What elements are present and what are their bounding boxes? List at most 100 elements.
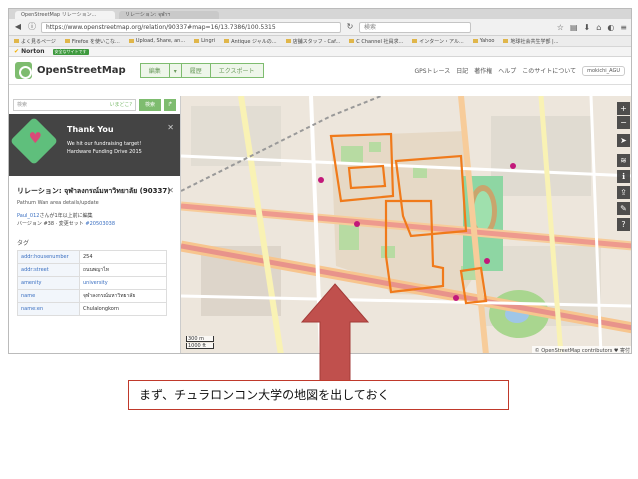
tag-value: university [79, 276, 167, 290]
toolbar-icons: ☆ ▤ ⬇ ⌂ ◐ ≡ [557, 23, 627, 32]
donate-banner: Thank You We hit our fundraising target!… [9, 114, 180, 176]
bookmark-item[interactable]: よく見るページ [14, 38, 56, 45]
home-icon[interactable]: ⌂ [596, 23, 601, 32]
search-input[interactable]: 検索 いまどこ? [13, 99, 136, 111]
version-label: バージョン #38 · 変更セット [17, 221, 84, 227]
tag-row: amenity university [17, 276, 167, 290]
tags-heading: タグ [17, 240, 30, 247]
tag-key[interactable]: name [17, 289, 80, 303]
donate-text: We hit our fundraising target! Hardware … [67, 140, 167, 156]
download-icon[interactable]: ⬇ [584, 23, 591, 32]
edit-dropdown-icon[interactable]: ▾ [169, 63, 182, 78]
osm-logo-icon[interactable] [15, 62, 32, 79]
nav-link-help[interactable]: ヘルプ [498, 66, 516, 75]
close-icon[interactable]: ✕ [167, 123, 174, 132]
nav-link-gps[interactable]: GPSトレース [414, 66, 450, 75]
editor-text: さんが1年以上前に編集 [39, 213, 93, 219]
where-am-i-link[interactable]: いまどこ? [109, 100, 132, 110]
bookmark-item[interactable]: Firefox を使いこな... [65, 38, 120, 45]
map-canvas[interactable] [181, 96, 632, 354]
locate-icon[interactable]: ➤ [617, 134, 630, 147]
nav-link-about[interactable]: このサイトについて [522, 66, 576, 75]
bookmark-item[interactable]: C Channel 社員求... [349, 38, 403, 45]
url-bar: ◀ ⓘ https://www.openstreetmap.org/relati… [9, 19, 631, 36]
bookmarks-bar: よく見るページ Firefox を使いこな... Upload, Share, … [9, 36, 631, 47]
map-attribution[interactable]: © OpenStreetMap contributors ♥ 寄付 [531, 346, 631, 353]
close-icon[interactable]: ✕ [167, 186, 174, 196]
star-icon[interactable]: ☆ [557, 23, 564, 32]
caption-box: まず、チュラロンコン大学の地図を出しておく [128, 380, 509, 410]
menu-icon[interactable]: ≡ [620, 23, 627, 32]
layers-icon[interactable]: ≋ [617, 154, 630, 167]
scale-imperial: 1000 ft [186, 343, 214, 349]
osm-logo-text[interactable]: OpenStreetMap [37, 65, 126, 76]
tag-key[interactable]: amenity [17, 276, 80, 290]
sidebar: 検索 いまどこ? 検索 ↱ Thank You We hit our fundr… [9, 96, 181, 353]
changeset-link[interactable]: #20503038 [85, 221, 115, 227]
tag-row: name จุฬาลงกรณ์มหาวิทยาลัย [17, 289, 167, 303]
tag-row: name:en Chulalongkorn [17, 302, 167, 316]
tags-table: addr:housenumber 254 addr:street ถนนพญาไท am… [17, 250, 167, 316]
bookmark-item[interactable]: Upload, Share, an... [129, 38, 185, 44]
map-scale: 300 m 1000 ft [186, 335, 214, 349]
zoom-in-icon[interactable]: + [617, 102, 630, 115]
export-button[interactable]: エクスポート [210, 63, 264, 78]
user-menu[interactable]: mokichi_AGU [582, 65, 625, 76]
legend-icon[interactable]: ℹ [617, 170, 630, 183]
note-icon[interactable]: ✎ [617, 202, 630, 215]
address-field[interactable]: https://www.openstreetmap.org/relation/9… [41, 21, 341, 33]
norton-toolbar[interactable]: ✔ Norton [14, 48, 45, 55]
tag-value: ถนนพญาไท [79, 263, 167, 277]
tag-row: addr:street ถนนพญาไท [17, 263, 167, 277]
relation-title: リレーション: จุฬาลงกรณ์มหาวิทยาลัย (90337) ✕ [9, 176, 180, 196]
bookmark-item[interactable]: 店舗スタッフ - Caf... [286, 38, 341, 45]
browser-tab[interactable]: リレーション: จุฬาฯ [119, 11, 219, 19]
sidebar-search: 検索 いまどこ? 検索 ↱ [9, 96, 180, 114]
reload-icon[interactable]: ↻ [345, 22, 355, 32]
bookmark-item[interactable]: インターン・アル... [412, 38, 463, 45]
share-icon[interactable]: ⇪ [617, 186, 630, 199]
scale-metric: 300 m [186, 336, 214, 342]
bookmark-item[interactable]: Lingri [194, 38, 215, 44]
history-button[interactable]: 履歴 [181, 63, 211, 78]
tab-bar: OpenStreetMap リレーション... リレーション: จุฬาฯ [9, 9, 631, 19]
bookmark-item[interactable]: 地球社会共生学部 |... [503, 38, 558, 45]
donate-line-2: Hardware Funding Drive 2015 [67, 149, 142, 155]
bookmark-item[interactable]: Antique ジャルの... [224, 38, 276, 45]
osm-nav: GPSトレース 日記 著作権 ヘルプ このサイトについて mokichi_AGU [414, 65, 625, 76]
search-button[interactable]: 検索 [138, 99, 161, 111]
tag-value: Chulalongkorn [79, 302, 167, 316]
bookmark-item[interactable]: Yahoo [473, 38, 495, 44]
tag-value: จุฬาลงกรณ์มหาวิทยาลัย [79, 289, 167, 303]
relation-title-text: リレーション: จุฬาลงกรณ์มหาวิทยาลัย (90337) [17, 187, 171, 195]
query-icon[interactable]: ? [617, 218, 630, 231]
osm-action-buttons: 編集 ▾ 履歴 エクスポート [139, 63, 264, 78]
tag-row: addr:housenumber 254 [17, 250, 167, 264]
browser-search-field[interactable]: 検索 [359, 21, 471, 33]
norton-label: Norton [21, 48, 45, 55]
pocket-icon[interactable]: ◐ [607, 23, 614, 32]
osm-header: OpenStreetMap 編集 ▾ 履歴 エクスポート GPSトレース 日記 … [9, 57, 631, 85]
relation-meta: Paul_012さんが1年以上前に編集 バージョン #38 · 変更セット #2… [9, 210, 180, 230]
back-icon[interactable]: ◀ [13, 22, 23, 32]
editor-user-link[interactable]: Paul_012 [17, 213, 39, 219]
clipboard-icon[interactable]: ▤ [570, 23, 578, 32]
browser-tab[interactable]: OpenStreetMap リレーション... [15, 11, 115, 19]
nav-link-diary[interactable]: 日記 [456, 66, 468, 75]
tag-key[interactable]: addr:street [17, 263, 80, 277]
lock-icon: ⓘ [28, 22, 36, 31]
tag-key[interactable]: addr:housenumber [17, 250, 80, 264]
zoom-out-icon[interactable]: − [617, 116, 630, 129]
norton-check-icon: ✔ [14, 48, 20, 55]
directions-icon[interactable]: ↱ [164, 99, 176, 111]
edit-button[interactable]: 編集 [139, 63, 170, 78]
heart-icon [9, 116, 59, 166]
nav-link-copyright[interactable]: 著作権 [474, 66, 492, 75]
extension-bar: ✔ Norton 安全なサイトです [9, 47, 631, 57]
donate-title: Thank You [67, 125, 114, 134]
relation-description: Pathum Wan area details/update [17, 200, 99, 206]
safe-site-badge[interactable]: 安全なサイトです [52, 48, 89, 55]
map-view[interactable]: + − ➤ ≋ ℹ ⇪ ✎ ? 300 m 1000 ft © OpenStre… [181, 96, 632, 354]
tag-key[interactable]: name:en [17, 302, 80, 316]
donate-line-1: We hit our fundraising target! [67, 141, 142, 147]
